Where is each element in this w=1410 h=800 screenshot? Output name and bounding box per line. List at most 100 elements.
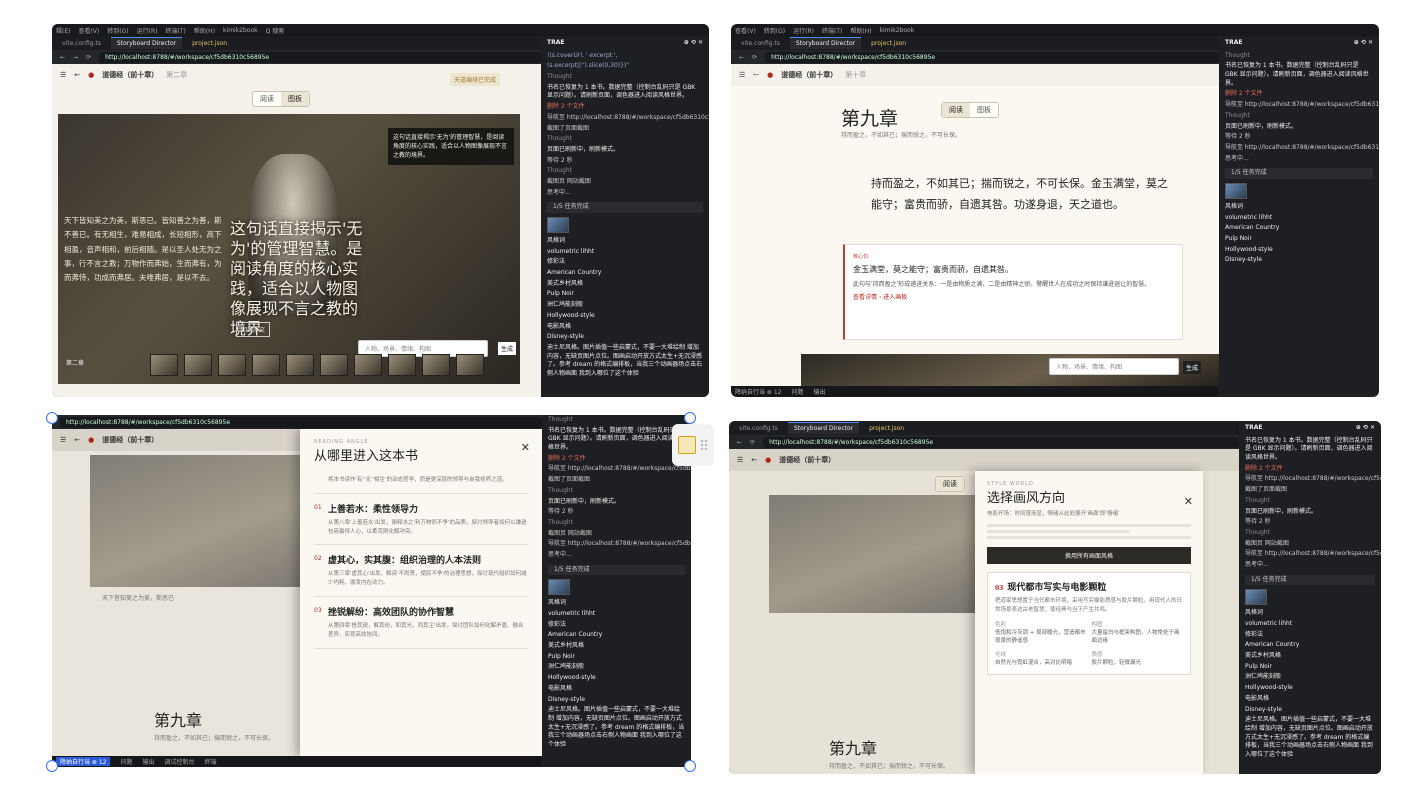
thumb-4[interactable] <box>252 354 280 376</box>
menu-help[interactable]: 帮助(H) <box>194 26 215 35</box>
back-arrow-icon[interactable]: ← <box>751 456 757 464</box>
generate-all-styles-button[interactable]: 换用所有画面风格 <box>987 547 1191 565</box>
attached-image-icon[interactable] <box>547 217 569 233</box>
angle-option[interactable]: 01 上善若水：柔性领导力 从第八章'上善若水'出发，阐释水之'利万物而不争'的… <box>314 494 528 546</box>
back-arrow-icon[interactable]: ← <box>74 436 80 444</box>
workspace-name[interactable]: kimik2book <box>880 27 915 34</box>
panel-actions-icon[interactable]: ⊕ ⟲ ✕ <box>684 39 703 48</box>
back-arrow-icon[interactable]: ← <box>74 71 80 79</box>
menu-terminal[interactable]: 终端(T) <box>822 26 842 35</box>
back-to-text-button[interactable]: 回到原文 <box>236 322 271 337</box>
status-problems[interactable]: 问题 <box>791 387 803 396</box>
chat-line[interactable]: 删除 2 个文件 <box>1219 89 1379 100</box>
resize-handle-bl[interactable] <box>46 760 58 772</box>
tab-project-json[interactable]: project.json <box>192 40 227 47</box>
url-input[interactable]: http://localhost:8788/#/workspace/cf5db6… <box>765 51 1219 63</box>
toggle-read[interactable]: 阅读 <box>253 92 281 106</box>
reload-icon[interactable]: ⟳ <box>86 54 91 61</box>
attached-image-icon[interactable] <box>1245 589 1267 606</box>
workspace-name[interactable]: kimik2book <box>223 27 258 34</box>
status-terminal[interactable]: 终端 <box>205 757 217 766</box>
status-output[interactable]: 输出 <box>143 757 155 766</box>
attached-image-icon[interactable] <box>1225 182 1247 199</box>
status-errors[interactable]: 降纳自行当 ⊗ 12 <box>735 387 781 396</box>
forward-icon[interactable]: → <box>73 54 78 61</box>
status-debug[interactable]: 调试控制台 <box>165 757 195 766</box>
menu-view[interactable]: 查看(V) <box>735 26 756 35</box>
resize-handle-tl[interactable] <box>46 412 58 424</box>
card-link[interactable]: 查看详情 › 进入画板 <box>853 293 1174 303</box>
status-problems[interactable]: 问题 <box>120 757 132 766</box>
thumb-7[interactable] <box>354 354 382 376</box>
task-progress[interactable]: 1/5 任务完成 <box>1245 574 1375 586</box>
reload-icon[interactable]: ⟳ <box>750 439 755 446</box>
thumb-6[interactable] <box>320 354 348 376</box>
url-input[interactable]: http://localhost:8788/#/workspace/cf5db6… <box>60 416 542 428</box>
generate-button[interactable]: 生成 <box>1183 361 1202 374</box>
close-icon[interactable]: ✕ <box>521 441 530 454</box>
angle-option[interactable]: 02 虚其心，实其腹：组织治理的人本法则 从第三章'虚其心'出发，解读'不尚贤，… <box>314 545 528 597</box>
status-output[interactable]: 输出 <box>814 387 826 396</box>
menu-icon[interactable]: ☰ <box>739 71 745 79</box>
menu-go[interactable]: 转到(G) <box>764 26 785 35</box>
tab-project-json[interactable]: project.json <box>871 40 906 47</box>
task-progress[interactable]: 1/5 任务完成 <box>1225 168 1373 179</box>
tab-vite-config[interactable]: vite.config.ts <box>741 40 780 47</box>
prompt-input[interactable]: 人物、场景、情绪、构图 <box>1049 358 1179 375</box>
chat-line[interactable]: 删除 2 个文件 <box>542 454 691 465</box>
chat-line[interactable]: 删除 2 个文件 <box>1239 464 1381 475</box>
tab-storyboard[interactable]: Storyboard Director <box>787 422 860 434</box>
menu-view[interactable]: 查看(V) <box>78 26 99 35</box>
url-input[interactable]: http://localhost:8788/#/workspace/cf5db6… <box>99 51 541 63</box>
tab-vite-config[interactable]: vite.config.ts <box>62 40 101 47</box>
resize-handle-br[interactable] <box>684 760 696 772</box>
thumb-5[interactable] <box>286 354 314 376</box>
status-errors[interactable]: 降纳自行当 ⊗ 12 <box>56 757 111 766</box>
resize-handle-tr[interactable] <box>684 412 696 424</box>
menu-terminal[interactable]: 终端(T) <box>165 26 185 35</box>
menu-help[interactable]: 帮助(H) <box>850 26 871 35</box>
tab-storyboard[interactable]: Storyboard Director <box>789 37 862 49</box>
panel-actions-icon[interactable]: ⊕ ⟲ ✕ <box>1356 424 1375 433</box>
menu-icon[interactable]: ☰ <box>737 456 743 464</box>
angle-option[interactable]: 03 挫锐解纷：高效团队的协作智慧 从第四章'挫其锐，解其纷，和其光，同其尘'出… <box>314 597 528 649</box>
thumb-2[interactable] <box>184 354 212 376</box>
toggle-storyboard[interactable]: 图板 <box>281 92 309 106</box>
menu-run[interactable]: 运行(R) <box>137 26 158 35</box>
drag-grip-icon[interactable] <box>700 439 708 451</box>
close-icon[interactable]: ✕ <box>1184 495 1193 508</box>
tab-storyboard[interactable]: Storyboard Director <box>110 37 183 49</box>
search-menu[interactable]: Q 搜索 <box>266 26 285 35</box>
style-card[interactable]: 03 现代都市写实与电影颗粒 把道家思想置于当代都市环境，采用写实摄影质感与胶片颗… <box>987 572 1191 676</box>
task-progress[interactable]: 1/5 任务完成 <box>548 564 685 576</box>
task-progress[interactable]: 1/5 任务完成 <box>547 202 703 213</box>
toggle-read[interactable]: 阅读 <box>936 477 964 491</box>
panel-actions-icon[interactable]: ⊕ ⟲ ✕ <box>1354 39 1373 48</box>
tab-project-json[interactable]: project.json <box>869 425 904 432</box>
menu-icon[interactable]: ☰ <box>60 436 66 444</box>
back-icon[interactable]: ← <box>60 54 65 61</box>
back-arrow-icon[interactable]: ← <box>753 71 759 79</box>
option-number: 03 <box>314 606 322 614</box>
attached-image-icon[interactable] <box>548 579 570 596</box>
thumb-8[interactable] <box>388 354 416 376</box>
thumb-10[interactable] <box>456 354 484 376</box>
menu-icon[interactable]: ☰ <box>60 71 66 79</box>
back-icon[interactable]: ← <box>737 439 742 446</box>
image-tool-button[interactable] <box>672 424 714 466</box>
reload-icon[interactable]: ⟳ <box>752 54 757 61</box>
generate-button[interactable]: 生成 <box>498 342 517 355</box>
toggle-read[interactable]: 阅读 <box>942 103 970 117</box>
tab-vite-config[interactable]: vite.config.ts <box>739 425 778 432</box>
menu-edit[interactable]: 辑(E) <box>56 26 70 35</box>
thumb-9[interactable] <box>422 354 450 376</box>
thumb-3[interactable] <box>218 354 246 376</box>
back-icon[interactable]: ← <box>739 54 744 61</box>
chat-line[interactable]: 删除 2 个文件 <box>541 102 709 113</box>
toggle-storyboard[interactable]: 图板 <box>970 103 998 117</box>
menu-go[interactable]: 转到(G) <box>107 26 128 35</box>
prompt-line: Hollywood-style <box>1225 245 1273 253</box>
url-input[interactable]: http://localhost:8788/#/workspace/cf5db6… <box>763 436 1239 448</box>
menu-run[interactable]: 运行(R) <box>793 26 814 35</box>
thumb-1[interactable] <box>150 354 178 376</box>
